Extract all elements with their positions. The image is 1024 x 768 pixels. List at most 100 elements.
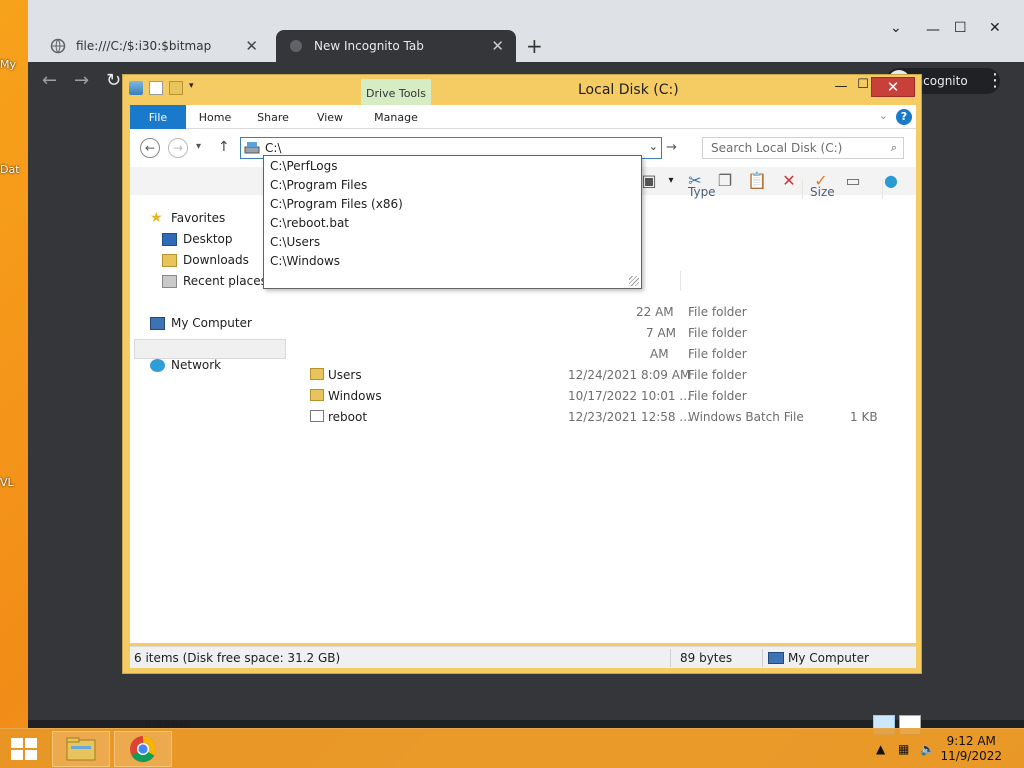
back-button[interactable]: ← [140,138,160,158]
recent-locations-button[interactable]: ▾ [196,141,201,152]
drive-icon [129,81,143,95]
status-size: 89 bytes [680,651,733,665]
taskbar-file-explorer[interactable] [52,731,110,767]
toolbar-dropdown-icon[interactable]: ▾ [660,170,682,192]
up-button[interactable]: ↑ [218,139,230,155]
autocomplete-item[interactable]: C:\PerfLogs [270,159,338,173]
nav-my-computer-label: My Computer [171,316,252,330]
clock-date: 11/9/2022 [940,749,1002,763]
tab-home[interactable]: Home [194,105,236,129]
autocomplete-item[interactable]: C:\Users [270,235,320,249]
file-row[interactable]: 22 AM File folder [260,301,880,322]
network-tray-icon[interactable]: ▦ [898,742,909,756]
properties-globe-icon[interactable]: ● [880,170,902,192]
file-date: 10/17/2022 10:01 ... [568,389,691,403]
file-name: Users [328,368,362,382]
tab-file[interactable]: File [130,105,186,129]
close-tab-icon[interactable]: ✕ [245,37,258,55]
chrome-tab-file[interactable]: file:///C:/$:i30:$bitmap ✕ [38,30,270,62]
desktop-icon-label-my[interactable]: My [0,58,16,71]
chrome-back-button[interactable]: ← [42,70,57,91]
recent-places-icon [162,274,177,288]
file-row[interactable]: 7 AM File folder [260,322,880,343]
autocomplete-item[interactable]: C:\Program Files (x86) [270,197,403,211]
go-arrow-icon[interactable]: → [666,140,677,155]
globe-icon [50,38,66,54]
nav-desktop[interactable]: Desktop [162,232,233,246]
file-row[interactable]: Windows 10/17/2022 10:01 ... File folder [300,385,920,406]
file-row[interactable]: reboot 12/23/2021 12:58 ... Windows Batc… [300,406,920,427]
file-row[interactable]: Users 12/24/2021 8:09 AM File folder [300,364,920,385]
chrome-minimize-button[interactable]: — [926,22,940,38]
nav-recent-places[interactable]: Recent places [162,274,267,288]
windows-start-icon[interactable] [10,737,38,761]
nav-favorites[interactable]: ★ Favorites [150,211,226,226]
volume-icon[interactable]: 🔈 [920,742,935,756]
status-items: 6 items (Disk free space: 31.2 GB) [134,651,341,665]
computer-icon [150,316,165,330]
column-header-size[interactable]: Size [810,185,835,199]
drive-icon [244,141,260,155]
column-header-type[interactable]: Type [688,185,716,199]
tab-share[interactable]: Share [250,105,296,129]
delete-icon[interactable]: ✕ [778,170,800,192]
search-icon[interactable]: ⌕ [891,141,897,155]
file-date: 12/23/2021 12:58 ... [568,410,691,424]
chrome-reload-button[interactable]: ↻ [106,70,121,91]
chrome-close-button[interactable]: ✕ [989,20,1001,36]
file-explorer-icon [66,737,96,761]
file-name: reboot [328,410,368,424]
help-icon[interactable]: ? [896,109,912,125]
desktop-icon-label-vl[interactable]: VL [0,476,14,489]
chrome-forward-button[interactable]: → [74,70,89,91]
system-clock[interactable]: 9:12 AM 11/9/2022 [940,734,1002,764]
forward-button[interactable]: → [168,138,188,158]
desktop-icon-label-dat[interactable]: Dat [0,163,20,176]
tab-manage[interactable]: Manage [362,105,430,129]
rename-icon[interactable]: ▭ [842,170,864,192]
file-type: File folder [688,389,747,403]
column-divider[interactable] [802,179,803,199]
nav-network-label: Network [171,358,222,372]
customize-qat-icon[interactable]: ▾ [189,81,197,95]
close-tab-icon[interactable]: ✕ [491,37,504,55]
nav-favorites-label: Favorites [171,211,226,225]
new-tab-button[interactable]: + [526,34,543,58]
tab-view[interactable]: View [310,105,350,129]
nav-my-computer[interactable]: My Computer [150,316,252,330]
status-divider [762,649,763,667]
autocomplete-item[interactable]: C:\Program Files [270,178,367,192]
address-dropdown-icon[interactable]: ⌄ [649,140,658,153]
column-divider[interactable] [680,271,681,291]
nav-downloads[interactable]: Downloads [162,253,249,267]
close-button[interactable]: ✕ [871,77,915,97]
taskbar-chrome[interactable] [114,731,172,767]
nav-network[interactable]: Network [150,358,221,372]
tab-search-dropdown-icon[interactable]: ⌄ [890,20,902,36]
expand-ribbon-icon[interactable]: ⌄ [879,109,888,122]
file-type: File folder [688,368,747,382]
chrome-tab-incognito[interactable]: New Incognito Tab ✕ [276,30,516,62]
explorer-titlebar[interactable]: ▾ Drive Tools Local Disk (C:) — ☐ ✕ [123,75,921,107]
desktop-icons-strip: My Dat VL [0,0,28,728]
status-bar: 6 items (Disk free space: 31.2 GB) 89 by… [130,646,916,668]
chrome-tab-title: New Incognito Tab [314,39,424,53]
file-size: 1 KB [850,410,878,424]
resize-grip-icon[interactable] [629,276,639,286]
address-input[interactable]: C:\ [265,141,281,155]
autocomplete-item[interactable]: C:\reboot.bat [270,216,349,230]
paste-icon[interactable]: 📋 [746,170,768,192]
new-folder-icon[interactable] [169,81,183,95]
chrome-menu-icon[interactable]: ⋮ [986,70,1004,91]
properties-icon[interactable] [149,81,163,95]
search-input[interactable]: Search Local Disk (C:) ⌕ [702,137,904,159]
chrome-maximize-button[interactable]: ☐ [954,20,967,36]
drive-tools-context-tab[interactable]: Drive Tools [361,79,431,107]
autocomplete-item[interactable]: C:\Windows [270,254,340,268]
computer-icon [768,652,784,664]
column-divider[interactable] [882,179,883,199]
copy-icon[interactable]: ❐ [714,170,736,192]
show-hidden-icons-icon[interactable]: ▲ [876,742,885,756]
file-row[interactable]: AM File folder [260,343,880,364]
status-location: My Computer [788,651,869,665]
